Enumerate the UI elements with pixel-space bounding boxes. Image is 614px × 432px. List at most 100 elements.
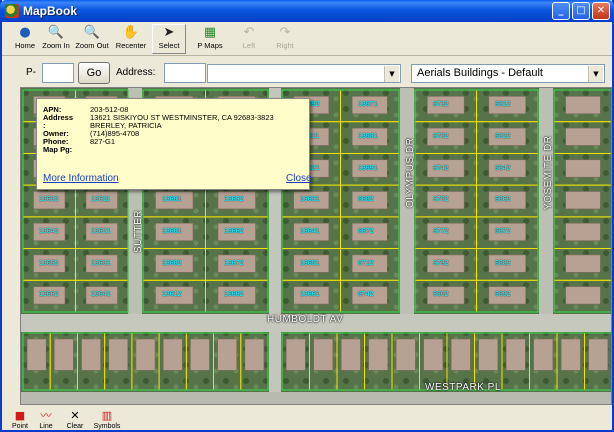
- lot-number-label: 6892: [495, 291, 511, 298]
- lot-number-label: 13662: [39, 291, 59, 298]
- page-label: P-: [26, 67, 36, 78]
- building-roof: [533, 338, 554, 371]
- clear-tool-button[interactable]: ✕ Clear: [62, 409, 88, 432]
- lot-number-label: 13662: [224, 228, 244, 235]
- building-roof: [588, 338, 609, 371]
- lot-number-label: 6682: [358, 196, 374, 203]
- lot-number-label: 13681: [358, 133, 378, 140]
- zoom-in-button[interactable]: 🔍 Zoom In: [40, 24, 72, 54]
- building-roof: [423, 338, 444, 371]
- line-icon: 〰: [40, 409, 52, 422]
- lot-number-label: 13671: [358, 101, 378, 108]
- building-roof: [54, 338, 74, 371]
- go-button[interactable]: Go: [78, 62, 110, 84]
- lot-number-label: 6802: [433, 291, 449, 298]
- building-roof: [395, 338, 416, 371]
- lot-number-label: 13631: [91, 260, 111, 267]
- building-roof: [81, 338, 101, 371]
- recenter-button[interactable]: ✋ Recenter: [112, 24, 150, 54]
- lot-number-label: 6842: [495, 165, 511, 172]
- building-roof: [450, 338, 471, 371]
- globe-icon: ●: [19, 25, 31, 40]
- left-button[interactable]: ↶ Left: [232, 24, 266, 54]
- select-button[interactable]: ➤ Select: [152, 24, 186, 54]
- right-button[interactable]: ↷ Right: [268, 24, 302, 54]
- window-title: MapBook: [23, 4, 77, 18]
- lot-number-label: 6742: [433, 165, 449, 172]
- lot-number-label: 6712: [358, 260, 374, 267]
- address-street-select[interactable]: ▼: [207, 64, 401, 83]
- street-label-olympus: OLYMPUS DR: [405, 137, 416, 208]
- zoom-out-icon: 🔍: [83, 25, 101, 40]
- undo-icon: ↶: [243, 25, 255, 40]
- building-roof: [340, 338, 361, 371]
- lot-number-label: 13602: [162, 260, 182, 267]
- address-number-input[interactable]: [164, 63, 206, 83]
- building-roof: [108, 338, 129, 371]
- main-toolbar: ● Home 🔍 Zoom In 🔍 Zoom Out ✋ Recenter ➤…: [2, 22, 612, 56]
- more-information-link[interactable]: More Information: [43, 173, 119, 184]
- pmaps-icon: ▦: [203, 25, 217, 40]
- redo-icon: ↷: [279, 25, 291, 40]
- close-button[interactable]: ✕: [592, 2, 610, 20]
- drawing-toolbar: ■ Point 〰 Line ✕ Clear ▥ Symbols: [2, 406, 612, 432]
- building-roof: [285, 338, 306, 371]
- home-button[interactable]: ● Home: [12, 24, 38, 54]
- lot-number-label: 13682: [224, 291, 244, 298]
- point-icon: ■: [14, 409, 26, 422]
- lot-number-label: 13631: [300, 196, 320, 203]
- chevron-down-icon[interactable]: ▼: [384, 66, 399, 82]
- lot-number-label: 6742: [358, 291, 374, 298]
- building-roof: [162, 338, 183, 371]
- title-bar[interactable]: MapBook _ □ ✕: [0, 0, 614, 22]
- building-roof: [190, 338, 210, 371]
- lot-number-label: 13661: [300, 291, 320, 298]
- lot-number-label: 13652: [224, 196, 244, 203]
- building-roof: [565, 159, 601, 178]
- point-tool-button[interactable]: ■ Point: [8, 409, 32, 432]
- street-label-westpark: WESTPARK PL: [425, 382, 501, 393]
- lot-number-label: 13641: [91, 291, 111, 298]
- building-roof: [478, 338, 499, 371]
- lot-number-label: 13642: [39, 228, 59, 235]
- building-roof: [368, 338, 389, 371]
- building-roof: [135, 338, 156, 371]
- street-label-humboldt: HUMBOLDT AV: [267, 314, 344, 325]
- address-label: Address:: [116, 67, 156, 78]
- chevron-down-icon[interactable]: ▼: [588, 66, 603, 82]
- page-input[interactable]: [42, 63, 74, 83]
- layer-select[interactable]: Aerials Buildings - Default ▼: [411, 64, 605, 83]
- pointer-icon: ➤: [163, 25, 175, 40]
- lot-number-label: 13641: [300, 228, 320, 235]
- lot-number-label: 6872: [495, 228, 511, 235]
- lot-number-label: 6792: [433, 260, 449, 267]
- line-tool-button[interactable]: 〰 Line: [34, 409, 58, 432]
- building-roof: [505, 338, 526, 371]
- aerial-map[interactable]: 1360213622136121363213642136521366213672…: [20, 87, 612, 405]
- minimize-button[interactable]: _: [552, 2, 570, 20]
- street-label-sutter: SUTTER: [133, 210, 144, 253]
- building-roof: [560, 338, 581, 371]
- building-roof: [565, 127, 601, 146]
- popup-close-link[interactable]: Close: [286, 173, 312, 184]
- lot-number-label: 13632: [39, 196, 59, 203]
- street-label-yosemite: YOSEMITE DR: [543, 135, 554, 210]
- building-roof: [565, 254, 601, 273]
- building-roof: [26, 338, 47, 371]
- app-icon: [5, 4, 19, 18]
- pmaps-button[interactable]: ▦ P Maps: [192, 24, 228, 54]
- symbols-icon: ▥: [101, 409, 113, 422]
- lot-number-label: 6672: [358, 228, 374, 235]
- building-roof: [217, 338, 237, 371]
- lot-number-label: 13652: [39, 260, 59, 267]
- lot-number-label: 6882: [495, 260, 511, 267]
- lot-number-label: 6812: [495, 101, 511, 108]
- mapbook-window: MapBook _ □ ✕ ● Home 🔍 Zoom In 🔍 Zoom Ou…: [0, 0, 614, 432]
- maximize-button[interactable]: □: [572, 2, 590, 20]
- building-roof: [565, 96, 601, 115]
- symbols-tool-button[interactable]: ▥ Symbols: [92, 409, 122, 432]
- zoom-in-icon: 🔍: [47, 25, 65, 40]
- lot-number-label: 13612: [162, 291, 182, 298]
- lot-number-label: 6862: [495, 196, 511, 203]
- zoom-out-button[interactable]: 🔍 Zoom Out: [73, 24, 111, 54]
